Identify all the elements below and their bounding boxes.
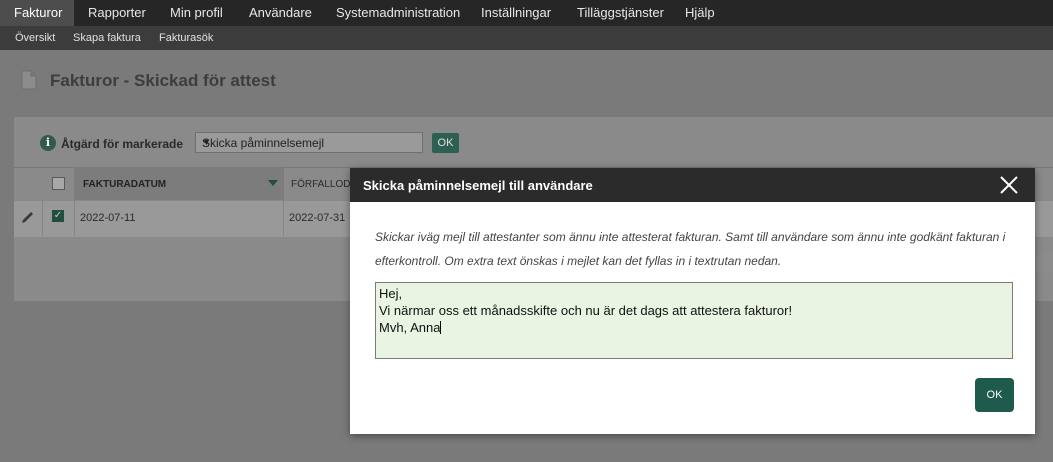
modal-ok-button[interactable]: OK xyxy=(975,378,1014,412)
top-nav: Fakturor Rapporter Min profil Användare … xyxy=(0,0,1053,26)
subnav-item-skapa-faktura[interactable]: Skapa faktura xyxy=(73,26,141,50)
nav-item-fakturor[interactable]: Fakturor xyxy=(0,0,74,26)
nav-item-systemadministration[interactable]: Systemadministration xyxy=(336,0,460,26)
info-icon: i xyxy=(40,135,56,151)
sub-nav: Översikt Skapa faktura Fakturasök xyxy=(0,26,1053,50)
message-line: Hej, xyxy=(379,286,403,301)
page-title: Fakturor - Skickad för attest xyxy=(50,71,276,90)
nav-item-anvandare[interactable]: Användare xyxy=(249,0,312,26)
reminder-modal: Skicka påminnelsemejl till användare Ski… xyxy=(350,168,1035,434)
message-textarea[interactable]: Hej, Vi närmar oss ett månadsskifte och … xyxy=(375,282,1013,359)
message-line: Mvh, Anna xyxy=(379,320,441,335)
column-divider xyxy=(283,200,284,236)
column-label-fakturadatum: FAKTURADATUM xyxy=(83,179,167,190)
action-select[interactable]: Skicka påminnelsemejl ▼ xyxy=(195,132,423,153)
modal-description: Skickar iväg mejl till attestanter som ä… xyxy=(375,230,1006,268)
modal-header: Skicka påminnelsemejl till användare xyxy=(350,168,1035,202)
nav-item-hjalp[interactable]: Hjälp xyxy=(685,0,715,26)
column-label-forfallodatum[interactable]: FÖRFALLODA xyxy=(291,179,357,190)
action-label: Åtgärd för markerade xyxy=(61,137,184,151)
sort-desc-icon[interactable] xyxy=(268,180,278,186)
action-ok-button[interactable]: OK xyxy=(432,133,459,153)
cell-forfallodatum: 2022-07-31 xyxy=(289,212,346,224)
nav-item-installningar[interactable]: Inställningar xyxy=(481,0,551,26)
subnav-item-oversikt[interactable]: Översikt xyxy=(15,26,55,50)
modal-title: Skicka påminnelsemejl till användare xyxy=(363,178,593,193)
chevron-down-icon: ▼ xyxy=(202,137,211,147)
pencil-icon[interactable] xyxy=(20,208,36,224)
nav-item-min-profil[interactable]: Min profil xyxy=(170,0,223,26)
message-line-last: Mvh, Anna xyxy=(379,319,1009,336)
message-line: Vi närmar oss ett månadsskifte och nu är… xyxy=(379,303,793,318)
row-checkbox[interactable]: ✓ xyxy=(52,210,64,222)
pager-next-button[interactable] xyxy=(1036,253,1053,273)
nav-item-tillaggstjanster[interactable]: Tilläggstjänster xyxy=(577,0,664,26)
document-icon xyxy=(21,70,37,90)
select-all-checkbox[interactable] xyxy=(52,177,65,190)
column-divider xyxy=(42,200,43,236)
close-icon[interactable] xyxy=(998,174,1020,196)
text-cursor xyxy=(440,321,442,334)
subnav-item-fakturasok[interactable]: Fakturasök xyxy=(159,26,213,50)
nav-item-rapporter[interactable]: Rapporter xyxy=(88,0,146,26)
cell-fakturadatum: 2022-07-11 xyxy=(80,212,136,224)
column-divider xyxy=(74,200,75,236)
